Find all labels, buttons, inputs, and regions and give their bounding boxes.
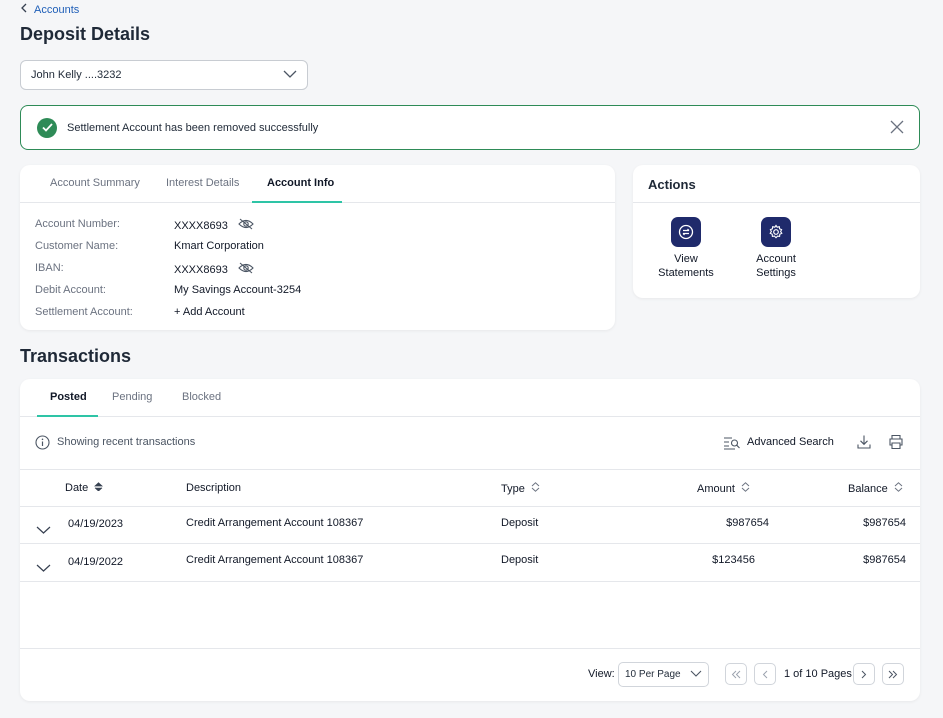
row-description: Credit Arrangement Account 108367 [186, 554, 364, 566]
column-header-balance[interactable]: Balance [848, 482, 903, 495]
statements-icon [671, 217, 701, 247]
type-header-label: Type [501, 482, 525, 495]
account-select[interactable]: John Kelly ....3232 [20, 60, 308, 90]
customer-name-value: Kmart Corporation [174, 240, 264, 252]
breadcrumb-accounts-link[interactable]: Accounts [34, 4, 79, 16]
active-tab-indicator [252, 201, 342, 203]
row-balance: $987654 [863, 554, 906, 566]
chevron-down-icon[interactable] [36, 521, 51, 539]
advanced-search-link[interactable]: Advanced Search [747, 436, 834, 448]
tab-interest-details[interactable]: Interest Details [166, 177, 239, 189]
add-account-link[interactable]: + Add Account [174, 306, 245, 318]
alert-message: Settlement Account has been removed succ… [67, 121, 319, 134]
chevron-down-icon [283, 69, 297, 81]
divider [20, 648, 920, 649]
prev-page-button[interactable] [754, 663, 776, 685]
breadcrumb[interactable]: Accounts [20, 3, 79, 16]
balance-header-label: Balance [848, 482, 888, 495]
column-header-description: Description [186, 482, 242, 494]
settlement-account-label: Settlement Account: [35, 306, 133, 318]
row-amount: $123456 [712, 554, 755, 566]
chevron-left-icon [20, 3, 28, 16]
divider [20, 581, 920, 582]
transactions-card: Posted Pending Blocked Showing recent tr… [20, 379, 920, 701]
date-header-label: Date [65, 482, 89, 494]
row-date: 04/19/2023 [68, 518, 124, 530]
account-tabs: Account Summary Interest Details Account… [20, 165, 615, 203]
row-type: Deposit [501, 554, 539, 566]
iban-text: XXXX8693 [174, 263, 228, 276]
settings-icon [761, 217, 791, 247]
per-page-select[interactable]: 10 Per Page [618, 662, 709, 687]
debit-account-label: Debit Account: [35, 284, 106, 296]
row-date: 04/19/2022 [68, 556, 124, 568]
divider [20, 543, 920, 544]
download-icon[interactable] [856, 434, 872, 455]
account-settings-line2: Settings [756, 266, 796, 279]
close-icon[interactable] [889, 119, 905, 138]
success-alert: Settlement Account has been removed succ… [20, 105, 920, 150]
actions-card: Actions View Statements Account Settings [633, 165, 920, 298]
row-type: Deposit [501, 517, 539, 529]
tab-pending[interactable]: Pending [112, 391, 152, 403]
info-icon [35, 435, 50, 455]
account-info-card: Account Summary Interest Details Account… [20, 165, 615, 330]
page-title: Deposit Details [20, 24, 151, 44]
divider [633, 202, 920, 203]
tab-account-info[interactable]: Account Info [267, 177, 334, 189]
page-info: 1 of 10 Pages [784, 668, 852, 680]
column-header-date[interactable]: Date [65, 482, 104, 494]
amount-header-label: Amount [697, 482, 735, 495]
customer-name-label: Customer Name: [35, 240, 119, 252]
column-header-amount[interactable]: Amount [697, 482, 750, 495]
sort-icon [894, 482, 903, 495]
tab-posted[interactable]: Posted [50, 391, 87, 403]
transactions-title: Transactions [20, 346, 132, 366]
transaction-tabs: Posted Pending Blocked [20, 379, 920, 417]
actions-title: Actions [648, 177, 696, 192]
view-statements-line1: View [674, 253, 698, 265]
row-balance: $987654 [863, 517, 906, 529]
advanced-search-icon[interactable] [723, 436, 741, 455]
iban-value: XXXX8693 [174, 262, 254, 277]
chevron-down-icon [690, 669, 702, 680]
tab-account-summary[interactable]: Account Summary [50, 177, 140, 189]
column-header-type[interactable]: Type [501, 482, 540, 495]
divider [20, 506, 920, 507]
row-amount: $987654 [726, 517, 769, 529]
account-settings-line1: Account [756, 253, 796, 265]
account-number-label: Account Number: [35, 218, 120, 230]
last-page-button[interactable] [882, 663, 904, 685]
eye-off-icon[interactable] [238, 218, 254, 233]
first-page-button[interactable] [725, 663, 747, 685]
account-settings-button[interactable]: Account Settings [741, 217, 811, 281]
sort-icon [741, 482, 750, 495]
view-statements-line2: Statements [658, 266, 714, 279]
chevron-down-icon[interactable] [36, 559, 51, 577]
print-icon[interactable] [888, 434, 904, 455]
view-statements-button[interactable]: View Statements [651, 217, 721, 281]
row-description: Credit Arrangement Account 108367 [186, 517, 364, 529]
divider [20, 469, 920, 470]
view-label: View: [588, 668, 615, 680]
next-page-button[interactable] [853, 663, 875, 685]
eye-off-icon[interactable] [238, 262, 254, 277]
iban-label: IBAN: [35, 262, 64, 274]
sort-icon [94, 482, 104, 494]
showing-recent-text: Showing recent transactions [57, 436, 196, 448]
check-circle-icon [37, 117, 57, 138]
debit-account-value: My Savings Account-3254 [174, 284, 302, 296]
account-number-value: XXXX8693 [174, 218, 254, 233]
sort-icon [531, 482, 540, 495]
active-tab-indicator [37, 415, 98, 417]
per-page-value: 10 Per Page [625, 669, 681, 680]
account-number-text: XXXX8693 [174, 219, 228, 232]
tab-blocked[interactable]: Blocked [182, 391, 221, 403]
account-select-value: John Kelly ....3232 [31, 69, 122, 81]
